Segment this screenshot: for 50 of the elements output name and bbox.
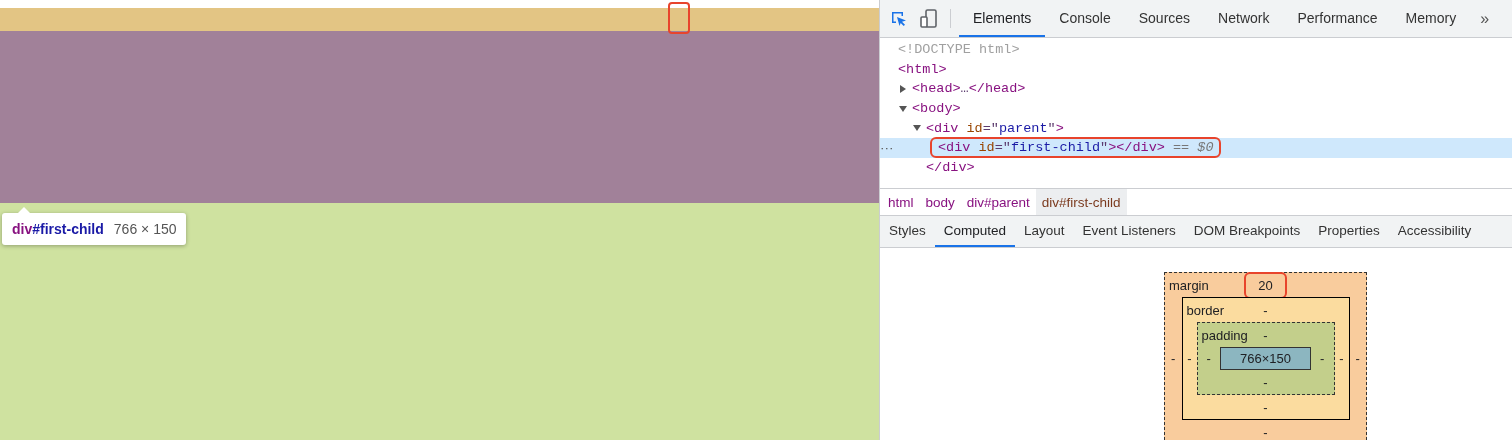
box-value: -	[1205, 351, 1212, 366]
panel-tab[interactable]: Event Listeners	[1073, 216, 1185, 247]
dom-node-text: <div id="parent">	[925, 119, 1065, 137]
devtools-tab[interactable]: Elements	[959, 0, 1046, 37]
box-label: margin	[1168, 277, 1210, 293]
box-value: -	[1170, 351, 1177, 366]
breadcrumb[interactable]: div#first-child	[1035, 189, 1127, 215]
box-value: -	[1263, 374, 1268, 390]
panel-tab[interactable]: DOM Breakpoints	[1184, 216, 1310, 247]
devtools-tab[interactable]: Sources	[1124, 0, 1205, 37]
devtools-tab[interactable]: Network	[1204, 0, 1284, 37]
panel-tab[interactable]: Accessibility	[1388, 216, 1481, 247]
box-value: 20	[1246, 273, 1285, 297]
more-actions-button[interactable]: ···	[880, 140, 894, 156]
box-value: -	[1186, 351, 1193, 366]
panel-tab[interactable]: Layout	[1015, 216, 1074, 247]
devtools-tab[interactable]: Memory	[1391, 0, 1471, 37]
device-icon[interactable]	[920, 8, 938, 29]
box-value: -	[1263, 327, 1268, 343]
box-label: padding	[1200, 327, 1249, 343]
devtools-tab[interactable]: Console	[1045, 0, 1125, 37]
dom-node-text: </div>	[925, 158, 976, 176]
devtools-tab[interactable]: Performance	[1283, 0, 1392, 37]
panel-tab[interactable]: Properties	[1309, 216, 1389, 247]
dom-node-text: <!DOCTYPE html>	[897, 41, 1021, 59]
dom-node-text: <div id="first-child"></div> == $0	[932, 139, 1220, 157]
box-value: -	[1263, 302, 1268, 318]
breadcrumb[interactable]: div#parent	[960, 189, 1036, 215]
collapse-icon[interactable]	[913, 124, 921, 133]
tooltip-size: 766 × 150	[113, 221, 177, 237]
box-value: -	[1263, 399, 1268, 415]
breadcrumb[interactable]: body	[919, 189, 961, 215]
selected-dom-row[interactable]: ··· <div id="first-child"></div> == $0	[880, 137, 1512, 158]
inspect-icon[interactable]	[890, 9, 908, 28]
tooltip-selector: div#first-child	[12, 221, 104, 237]
breadcrumb[interactable]: html	[882, 189, 920, 215]
dom-node-text: <body>	[911, 100, 962, 118]
more-tabs-button[interactable]: »	[1470, 0, 1500, 37]
expand-icon[interactable]	[899, 85, 907, 93]
box-value: -	[1338, 351, 1345, 366]
box-value: -	[1354, 351, 1361, 366]
dom-node-text: <html>	[897, 60, 948, 78]
box-label: border	[1185, 302, 1226, 318]
box-value: -	[1263, 424, 1268, 440]
box-value: -	[1319, 351, 1326, 366]
panel-tab[interactable]: Computed	[934, 216, 1016, 247]
content-box: 766×150	[1220, 347, 1311, 370]
panel-tab[interactable]: Styles	[880, 216, 935, 247]
dom-node-text: <head>…</head>	[911, 80, 1027, 98]
collapse-icon[interactable]	[899, 104, 907, 113]
